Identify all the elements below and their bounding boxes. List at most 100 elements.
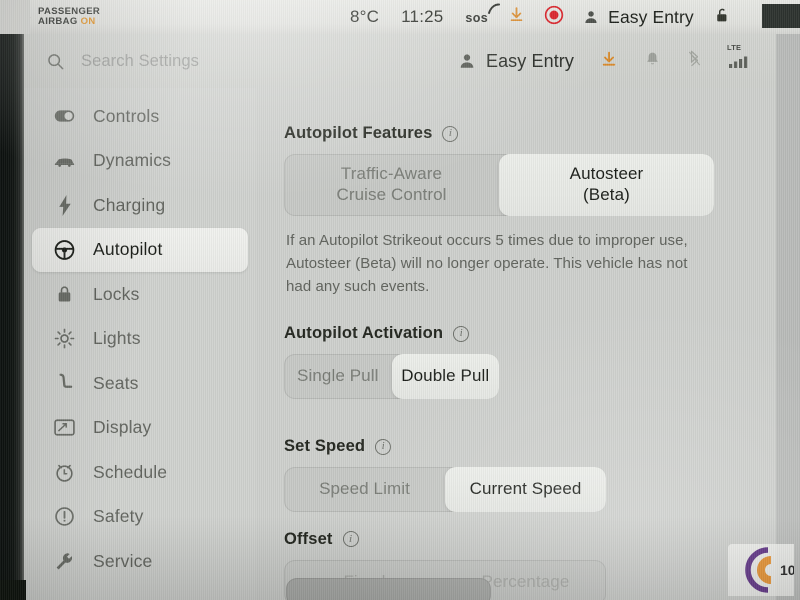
record-circle-icon[interactable] xyxy=(544,5,564,30)
section-header: Set Speed i xyxy=(284,437,742,456)
bell-icon[interactable] xyxy=(644,50,661,73)
segment-speed-limit[interactable]: Speed Limit xyxy=(284,467,445,512)
autopilot-activation-segmented-control[interactable]: Single Pull Double Pull xyxy=(284,354,499,400)
display-screen-icon xyxy=(54,417,75,438)
sidebar-item-controls[interactable]: Controls xyxy=(32,94,248,139)
sos-label: sos xyxy=(465,11,489,25)
segment-current-speed[interactable]: Current Speed xyxy=(445,467,606,512)
toggle-switch-icon xyxy=(54,106,75,127)
sidebar-item-label: Display xyxy=(93,417,152,438)
wrench-icon xyxy=(54,551,75,572)
sidebar-item-charging[interactable]: Charging xyxy=(32,183,248,228)
profile-name: Easy Entry xyxy=(485,50,574,71)
sos-signal-arc-icon xyxy=(488,3,501,14)
section-title: Autopilot Activation xyxy=(284,324,444,343)
driver-profile-name: Easy Entry xyxy=(608,6,694,27)
clock: 11:25 xyxy=(401,7,444,26)
seat-icon xyxy=(54,373,75,394)
watermark-logo: 10 xyxy=(728,544,794,596)
autopilot-features-section: Autopilot Features i Traffic-Aware Cruis… xyxy=(284,124,742,298)
sidebar-item-label: Safety xyxy=(93,506,144,527)
set-speed-section: Set Speed i Speed Limit Current Speed xyxy=(284,437,742,512)
sidebar-item-autopilot[interactable]: Autopilot xyxy=(32,227,248,272)
brightness-sun-icon xyxy=(54,328,75,349)
tablet-bezel-left xyxy=(0,0,24,600)
unlocked-padlock-icon[interactable] xyxy=(713,6,730,29)
segment-label-line2: Cruise Control xyxy=(336,185,447,204)
software-download-icon[interactable] xyxy=(508,6,525,28)
info-icon[interactable]: i xyxy=(442,125,459,142)
signal-bars-icon xyxy=(729,56,748,68)
section-header: Autopilot Activation i xyxy=(284,324,742,343)
lightning-bolt-icon xyxy=(54,194,75,216)
driver-profile-button[interactable]: Easy Entry xyxy=(583,7,694,28)
segment-label-line2: (Beta) xyxy=(583,185,630,204)
info-icon[interactable]: i xyxy=(453,325,470,342)
person-icon xyxy=(460,54,474,68)
segment-single-pull[interactable]: Single Pull xyxy=(284,354,392,399)
sidebar-item-label: Autopilot xyxy=(93,239,163,260)
search-settings-field[interactable]: Search Settings xyxy=(46,52,376,71)
photographed-touchscreen: PASSENGER AIRBAG ON 8°C 11:25 sos Easy E… xyxy=(0,0,800,600)
segment-label-line1: Traffic-Aware xyxy=(340,164,443,184)
airbag-state: ON xyxy=(80,16,96,27)
software-download-icon[interactable] xyxy=(600,50,618,73)
airbag-label-line2: AIRBAG xyxy=(38,16,78,27)
section-title: Set Speed xyxy=(284,437,366,456)
sidebar-item-label: Controls xyxy=(93,105,160,126)
autopilot-features-segmented-control[interactable]: Traffic-Aware Cruise Control Autosteer (… xyxy=(284,154,714,216)
tablet-bezel-bottom-left xyxy=(0,580,26,600)
person-icon xyxy=(585,11,597,23)
settings-body: Controls Dynamics Charging Autopilot Loc… xyxy=(24,88,776,600)
sidebar-item-lights[interactable]: Lights xyxy=(32,317,248,362)
vehicle-status-bar: PASSENGER AIRBAG ON 8°C 11:25 sos Easy E… xyxy=(0,0,800,34)
sidebar-item-schedule[interactable]: Schedule xyxy=(32,450,248,495)
section-title: Autopilot Features xyxy=(284,124,433,142)
sidebar-item-dynamics[interactable]: Dynamics xyxy=(32,139,248,184)
segment-label-line1: Autosteer xyxy=(569,164,644,184)
sidebar-item-label: Seats xyxy=(93,372,139,393)
sidebar-item-label: Charging xyxy=(93,194,166,215)
sidebar-item-label: Locks xyxy=(93,283,140,304)
search-icon xyxy=(48,53,64,69)
sidebar-item-label: Lights xyxy=(93,328,141,349)
tablet-bezel-top-right xyxy=(762,4,800,28)
section-header: Offset i xyxy=(284,530,742,549)
network-type-label: LTE xyxy=(727,43,742,52)
sidebar-item-service[interactable]: Service xyxy=(32,539,248,584)
status-right-group: Easy Entry xyxy=(508,5,730,30)
info-icon[interactable]: i xyxy=(375,438,392,455)
cellular-signal-indicator: LTE xyxy=(727,43,750,69)
passenger-airbag-indicator: PASSENGER AIRBAG ON xyxy=(12,7,182,26)
sidebar-item-label: Service xyxy=(93,550,153,571)
warning-circle-icon xyxy=(54,506,75,527)
segment-autosteer-beta[interactable]: Autosteer (Beta) xyxy=(499,154,714,216)
sidebar-item-locks[interactable]: Locks xyxy=(32,272,248,317)
profile-selector-button[interactable]: Easy Entry xyxy=(458,51,574,72)
sidebar-item-label: Schedule xyxy=(93,461,168,482)
sidebar-item-display[interactable]: Display xyxy=(32,406,248,451)
sos-button[interactable]: sos xyxy=(465,3,501,27)
sidebar-item-label: Dynamics xyxy=(93,150,172,171)
steering-wheel-icon xyxy=(54,239,75,260)
bluetooth-disabled-icon[interactable] xyxy=(687,49,702,73)
search-input-placeholder: Search Settings xyxy=(81,51,199,70)
car-icon xyxy=(54,150,75,171)
settings-app-bar: Search Settings Easy Entry LTE xyxy=(24,34,776,88)
section-header: Autopilot Features i xyxy=(284,124,742,143)
alarm-clock-icon xyxy=(54,462,75,483)
autopilot-settings-pane: Autopilot Features i Traffic-Aware Cruis… xyxy=(256,88,776,600)
sidebar-item-safety[interactable]: Safety xyxy=(32,495,248,540)
segment-traffic-aware-cruise-control[interactable]: Traffic-Aware Cruise Control xyxy=(284,154,499,216)
settings-sidebar[interactable]: Controls Dynamics Charging Autopilot Loc… xyxy=(24,88,256,600)
segment-double-pull[interactable]: Double Pull xyxy=(391,354,499,400)
autopilot-activation-section: Autopilot Activation i Single Pull Doubl… xyxy=(284,324,742,400)
offset-value-control-clipped[interactable] xyxy=(286,578,491,600)
set-speed-segmented-control[interactable]: Speed Limit Current Speed xyxy=(284,467,606,512)
section-title: Offset xyxy=(284,529,333,548)
sidebar-item-seats[interactable]: Seats xyxy=(32,361,248,406)
info-icon[interactable]: i xyxy=(342,531,359,548)
status-center-group: 8°C 11:25 sos xyxy=(350,3,501,27)
watermark-text: 10 xyxy=(780,562,794,578)
padlock-icon xyxy=(54,284,75,305)
